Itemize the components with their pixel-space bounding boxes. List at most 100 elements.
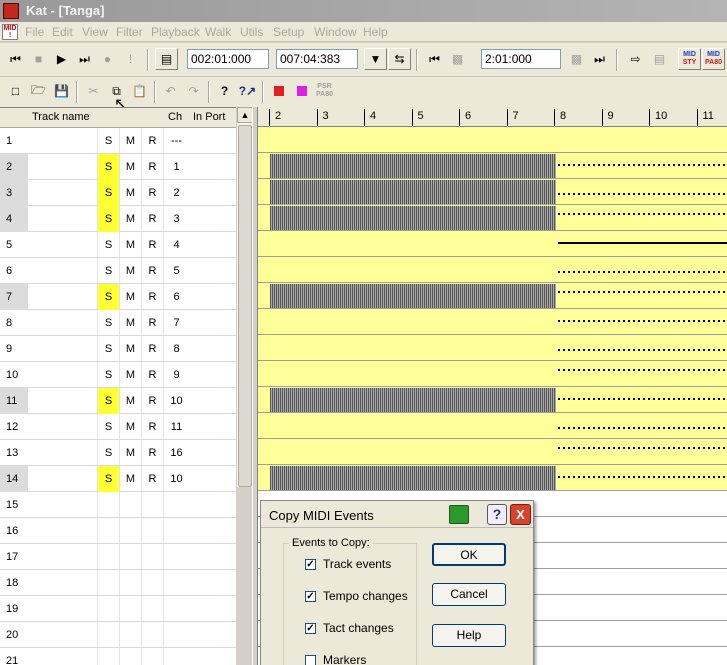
mute-toggle[interactable]: M	[119, 206, 141, 232]
document-icon[interactable]: MID!	[2, 24, 18, 40]
track-red-icon[interactable]	[267, 80, 290, 102]
menu-view[interactable]: View	[82, 25, 108, 39]
option-label[interactable]: Markers	[323, 653, 366, 665]
track-lane[interactable]	[258, 361, 727, 387]
mute-toggle[interactable]	[119, 492, 141, 518]
pattern-block[interactable]	[270, 206, 556, 230]
track-lane[interactable]	[258, 465, 727, 491]
channel-cell[interactable]: 10	[163, 388, 189, 414]
mute-toggle[interactable]	[119, 518, 141, 544]
mute-toggle[interactable]: M	[119, 414, 141, 440]
solo-toggle[interactable]: S	[97, 336, 119, 362]
panic-button[interactable]: !	[119, 48, 142, 70]
pattern-block[interactable]	[270, 180, 556, 204]
dialog-help-button[interactable]: ?	[487, 504, 507, 525]
track-lane[interactable]	[258, 205, 727, 231]
mute-toggle[interactable]: M	[119, 362, 141, 388]
record-toggle[interactable]: R	[141, 232, 163, 258]
app-icon[interactable]	[3, 3, 19, 19]
context-help-icon[interactable]: ?↗	[236, 80, 259, 102]
menu-window[interactable]: Window	[314, 25, 357, 39]
track-lane[interactable]	[258, 231, 727, 257]
channel-cell[interactable]: 9	[163, 362, 189, 388]
rewind-start-button[interactable]: ⏮	[4, 48, 27, 70]
cut-icon[interactable]: ✂	[82, 80, 105, 102]
paste-icon[interactable]: 📋	[128, 80, 151, 102]
record-toggle[interactable]: R	[141, 440, 163, 466]
record-toggle[interactable]: R	[141, 362, 163, 388]
goto-marker-button[interactable]: ▩	[446, 48, 469, 70]
mute-toggle[interactable]	[119, 596, 141, 622]
next-marker-button[interactable]: ⏭	[588, 48, 611, 70]
option-checkbox[interactable]: ✓	[305, 559, 316, 570]
option-checkbox[interactable]	[305, 655, 316, 665]
ok-button[interactable]: OK	[432, 543, 506, 566]
table-row[interactable]: 8 SMR7	[0, 310, 236, 336]
channel-cell[interactable]	[163, 622, 189, 648]
solo-toggle[interactable]: S	[97, 466, 119, 492]
pattern-block[interactable]	[270, 284, 556, 308]
pattern-block[interactable]	[270, 388, 556, 412]
record-toggle[interactable]	[141, 596, 163, 622]
redo-icon[interactable]: ↷	[182, 80, 205, 102]
mute-toggle[interactable]: M	[119, 128, 141, 154]
record-toggle[interactable]: R	[141, 154, 163, 180]
channel-cell[interactable]	[163, 596, 189, 622]
solo-toggle[interactable]: S	[97, 258, 119, 284]
track-lane[interactable]	[258, 127, 727, 153]
solo-toggle[interactable]: S	[97, 232, 119, 258]
marker-end-button[interactable]: ▩	[565, 48, 588, 70]
channel-cell[interactable]	[163, 648, 189, 665]
stop-button[interactable]: ■	[27, 48, 50, 70]
solo-toggle[interactable]: S	[97, 180, 119, 206]
option-checkbox[interactable]: ✓	[305, 623, 316, 634]
table-row[interactable]: 12 S M R 11	[0, 414, 236, 440]
solo-toggle[interactable]: S	[97, 388, 119, 414]
header-in-port[interactable]: In Port	[193, 111, 225, 123]
channel-cell[interactable]: 8	[163, 336, 189, 362]
channel-cell[interactable]: 6	[163, 284, 189, 310]
solo-toggle[interactable]	[97, 544, 119, 570]
psr-pa80-button[interactable]: PSR PA80	[313, 80, 336, 102]
set-marker-button[interactable]: ▼	[364, 48, 387, 70]
solo-toggle[interactable]	[97, 492, 119, 518]
save-icon[interactable]: 💾	[50, 80, 73, 102]
channel-cell[interactable]: 11	[163, 414, 189, 440]
table-row[interactable]: 7 SMR6	[0, 284, 236, 310]
option-label[interactable]: Track events	[323, 557, 391, 571]
channel-cell[interactable]: 10	[163, 466, 189, 492]
pattern-block[interactable]	[270, 466, 556, 490]
mute-toggle[interactable]	[119, 570, 141, 596]
solo-toggle[interactable]	[97, 570, 119, 596]
table-row[interactable]: 16	[0, 518, 236, 544]
record-toggle[interactable]	[141, 648, 163, 665]
header-ch[interactable]: Ch	[168, 111, 182, 123]
channel-cell[interactable]	[163, 544, 189, 570]
track-lane[interactable]	[258, 179, 727, 205]
track-lane[interactable]	[258, 387, 727, 413]
table-row[interactable]: 2 SMR1	[0, 154, 236, 180]
record-toggle[interactable]	[141, 570, 163, 596]
record-toggle[interactable]: R	[141, 206, 163, 232]
channel-cell[interactable]: 4	[163, 232, 189, 258]
mute-toggle[interactable]	[119, 544, 141, 570]
option-checkbox[interactable]: ✓	[305, 591, 316, 602]
channel-cell[interactable]: ---	[163, 128, 189, 154]
track-magenta-icon[interactable]	[290, 80, 313, 102]
menu-file[interactable]: File	[25, 25, 44, 39]
dialog-close-button[interactable]: X	[510, 504, 531, 525]
solo-toggle[interactable]	[97, 518, 119, 544]
record-button[interactable]: ●	[96, 48, 119, 70]
table-row[interactable]: 19	[0, 596, 236, 622]
track-lane[interactable]	[258, 153, 727, 179]
solo-toggle[interactable]	[97, 596, 119, 622]
menu-setup[interactable]: Setup	[273, 25, 304, 39]
record-toggle[interactable]: R	[141, 388, 163, 414]
record-toggle[interactable]: R	[141, 466, 163, 492]
track-lane[interactable]	[258, 439, 727, 465]
table-row[interactable]: 9 SMR8	[0, 336, 236, 362]
mute-toggle[interactable]: M	[119, 258, 141, 284]
menu-walk[interactable]: Walk	[205, 25, 231, 39]
table-row[interactable]: 1 S M R ---	[0, 128, 236, 154]
table-row[interactable]: 15	[0, 492, 236, 518]
